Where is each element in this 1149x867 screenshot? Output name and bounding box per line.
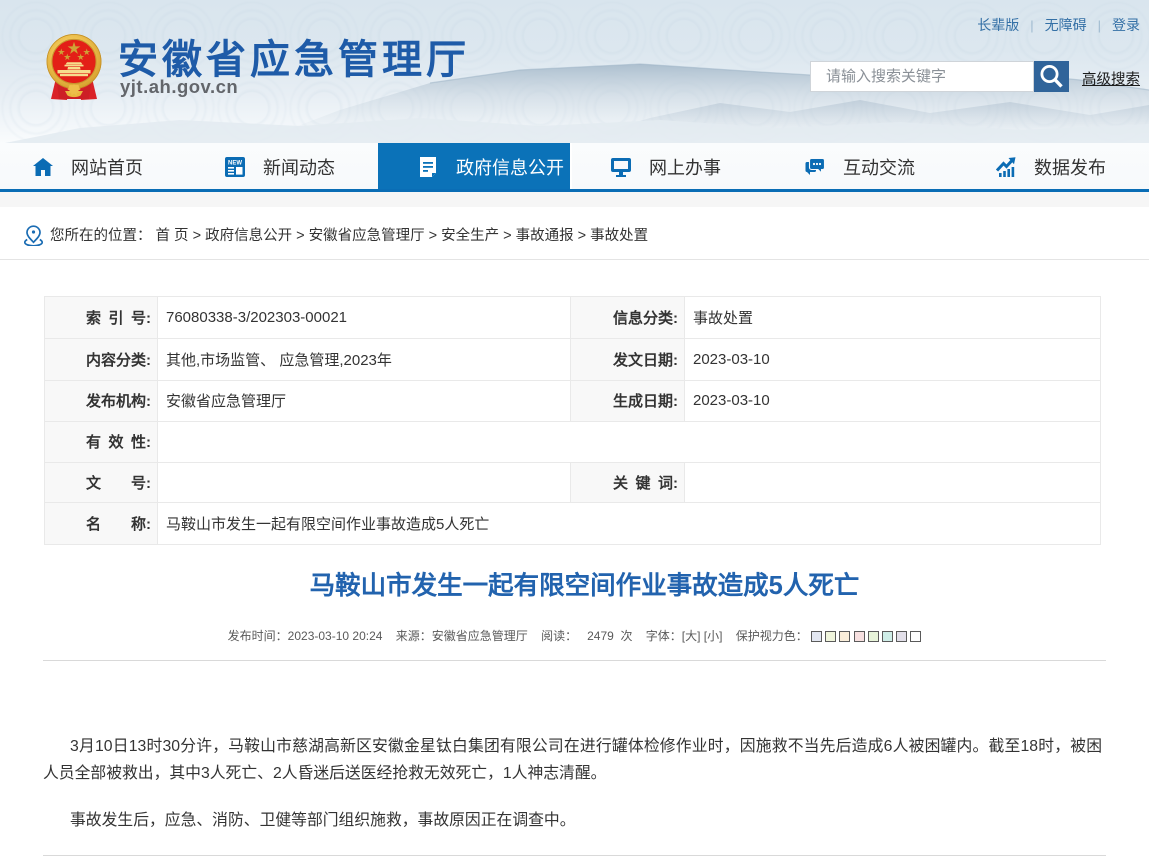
svg-text:NEW: NEW [228,160,242,166]
